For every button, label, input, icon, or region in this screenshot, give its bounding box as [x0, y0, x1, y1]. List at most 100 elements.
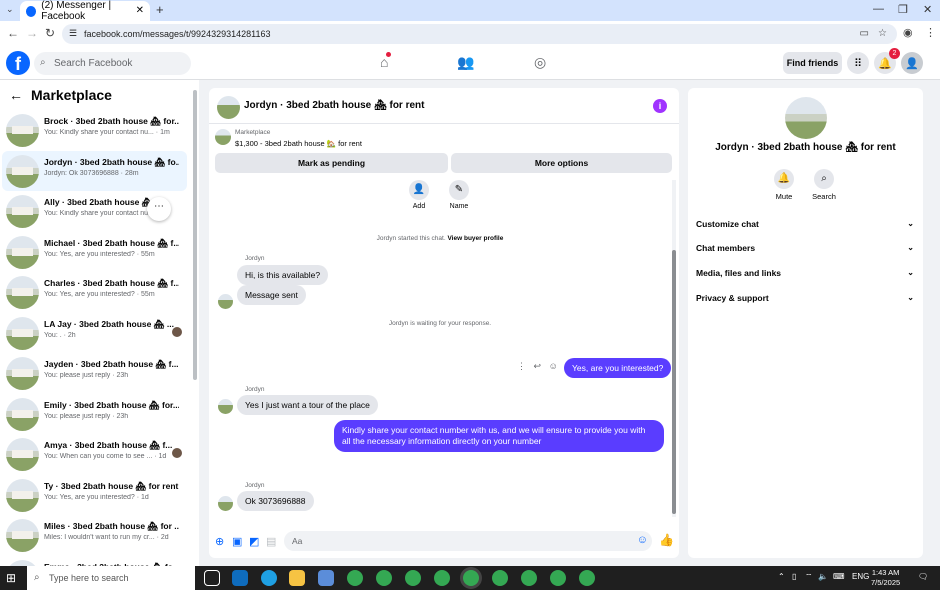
chrome-icon[interactable] [550, 570, 566, 586]
forward-icon[interactable]: → [26, 26, 38, 40]
incoming-message[interactable]: Hi, is this available? [237, 265, 329, 285]
bookmark-star-icon[interactable]: ☆ [878, 28, 887, 39]
photo-icon[interactable]: ▣ [232, 535, 242, 548]
thread-item[interactable]: Charles · 3bed 2bath house 🏘 f... You: Ye… [2, 272, 187, 312]
listing-price[interactable]: $1,300 - 3bed 2bath house 🏡 for rent [235, 139, 362, 148]
react-icon[interactable]: ☺ [549, 361, 558, 371]
chrome-icon[interactable] [434, 570, 450, 586]
mark-pending-button[interactable]: Mark as pending [215, 153, 448, 173]
menu-grid-icon[interactable]: ⠿ [847, 52, 869, 74]
chrome-active-icon[interactable] [463, 570, 479, 586]
details-avatar[interactable] [785, 97, 827, 139]
profile-icon[interactable]: ◉ [903, 26, 913, 39]
thread-item[interactable]: Jayden · 3bed 2bath house 🏘 f... You: ple… [2, 353, 187, 393]
mute-action[interactable]: 🔔 Mute [764, 169, 804, 201]
network-icon[interactable]: ⌔ [805, 572, 813, 582]
message-input[interactable]: Aa ☺ [284, 531, 652, 551]
cast-icon[interactable]: ▭ [860, 28, 869, 39]
name-action[interactable]: ✎ Name [439, 180, 479, 210]
friends-icon[interactable]: 👥 [457, 54, 474, 71]
gaming-icon[interactable]: ◎ [534, 54, 546, 71]
plus-icon[interactable]: ⊕ [215, 535, 224, 548]
sender-avatar[interactable] [218, 294, 233, 309]
volume-icon[interactable]: 🔈 [818, 572, 828, 581]
incoming-message[interactable]: Yes I just want a tour of the place [237, 395, 378, 415]
reply-icon[interactable]: ↩ [534, 361, 542, 371]
thread-item[interactable]: Amya · 3bed 2bath house 🏘 f... You: When … [2, 434, 187, 474]
chat-members-section[interactable]: Chat members ⌄ [696, 243, 914, 253]
file-explorer-icon[interactable] [289, 570, 305, 586]
language-indicator[interactable]: ENG [852, 572, 869, 581]
sender-avatar[interactable] [218, 496, 233, 511]
back-arrow-icon[interactable]: ← [9, 87, 23, 103]
customize-chat-section[interactable]: Customize chat ⌄ [696, 219, 914, 229]
thread-item[interactable]: Ty · 3bed 2bath house 🏘 for rent You: Yes… [2, 475, 187, 515]
new-tab-icon[interactable]: + [156, 2, 164, 17]
listing-thumbnail[interactable] [215, 129, 231, 145]
more-icon[interactable]: ⋮ [517, 361, 526, 371]
facebook-search-input[interactable]: ⌕ Search Facebook [34, 52, 191, 75]
reload-icon[interactable]: ↻ [45, 26, 55, 40]
sticker-icon[interactable]: ◩ [249, 535, 259, 548]
thread-item[interactable]: Emma · 3bed 2bath house 🏘 fo... [2, 556, 187, 566]
like-thumb-icon[interactable]: 👍 [659, 533, 674, 547]
thread-item[interactable]: Michael · 3bed 2bath house 🏘 f... You: Ye… [2, 232, 187, 272]
thread-item[interactable]: Miles · 3bed 2bath house 🏘 for ... Miles:… [2, 515, 187, 555]
chrome-icon[interactable] [405, 570, 421, 586]
store-icon[interactable] [318, 570, 334, 586]
notification-center-icon[interactable]: 🗨 [918, 572, 928, 581]
close-window-icon[interactable]: ✕ [923, 3, 932, 16]
media-files-section[interactable]: Media, files and links ⌄ [696, 268, 914, 278]
keyboard-icon[interactable]: ⌨ [833, 572, 845, 581]
find-friends-button[interactable]: Find friends [783, 52, 842, 74]
outlook-icon[interactable] [232, 570, 248, 586]
privacy-support-section[interactable]: Privacy & support ⌄ [696, 293, 914, 303]
browser-menu-icon[interactable]: ⋮ [925, 26, 936, 39]
search-action[interactable]: ⌕ Search [804, 169, 844, 201]
thread-item[interactable]: LA Jay · 3bed 2bath house 🏘 ... You: . · … [2, 313, 187, 353]
chat-avatar[interactable] [217, 96, 240, 119]
chrome-icon[interactable] [376, 570, 392, 586]
minimize-icon[interactable]: — [873, 3, 884, 15]
home-icon[interactable]: ⌂ [380, 52, 392, 70]
site-info-icon[interactable]: ☰ [69, 28, 77, 39]
task-view-icon[interactable] [204, 570, 220, 586]
more-options-button[interactable]: More options [451, 153, 672, 173]
chrome-icon[interactable] [521, 570, 537, 586]
incoming-message[interactable]: Message sent [237, 285, 306, 305]
show-hidden-icons-icon[interactable]: ⌃ [778, 572, 785, 581]
page-scrollbar[interactable] [932, 80, 940, 566]
clock[interactable]: 1:43 AM 7/5/2025 [871, 568, 900, 588]
chat-scrollbar[interactable] [672, 180, 676, 517]
thread-item[interactable]: Brock · 3bed 2bath house 🏘 for... You: Ki… [2, 110, 187, 150]
chrome-icon[interactable] [347, 570, 363, 586]
account-avatar[interactable]: 👤 [901, 52, 923, 74]
chrome-icon[interactable] [579, 570, 595, 586]
view-buyer-profile-link[interactable]: View buyer profile [447, 235, 503, 242]
browser-tab[interactable]: (2) Messenger | Facebook ✕ [20, 0, 150, 22]
thread-more-options-icon[interactable]: ⋯ [147, 197, 171, 221]
add-action[interactable]: 👤 Add [399, 180, 439, 210]
facebook-logo-icon[interactable]: f [6, 51, 30, 75]
tab-list-icon[interactable]: ⌄ [6, 4, 14, 15]
info-icon[interactable]: i [653, 99, 667, 113]
sender-avatar[interactable] [218, 399, 233, 414]
chat-scroll-thumb[interactable] [672, 250, 676, 514]
outgoing-message[interactable]: Yes, are you interested? [564, 358, 672, 378]
gif-icon[interactable]: ▤ [266, 535, 276, 548]
notifications-icon[interactable]: 🔔 2 [874, 48, 900, 74]
battery-icon[interactable]: ▯ [792, 572, 796, 581]
thread-item[interactable]: Jordyn · 3bed 2bath house 🏘 fo... Jordyn:… [2, 150, 187, 191]
incoming-message[interactable]: Ok 3073696888 [237, 491, 314, 511]
sidebar-scrollbar[interactable] [193, 90, 197, 380]
address-bar[interactable]: ☰ facebook.com/messages/t/99243293142811… [62, 24, 897, 44]
chat-title[interactable]: Jordyn · 3bed 2bath house 🏘 for rent [244, 100, 425, 111]
chrome-icon[interactable] [492, 570, 508, 586]
restore-icon[interactable]: ❐ [898, 3, 908, 16]
outgoing-message[interactable]: Kindly share your contact number with us… [334, 420, 664, 452]
emoji-icon[interactable]: ☺ [637, 534, 648, 546]
close-tab-icon[interactable]: ✕ [136, 5, 144, 16]
back-icon[interactable]: ← [7, 26, 19, 40]
thread-item[interactable]: Emily · 3bed 2bath house 🏘 for... You: pl… [2, 394, 187, 434]
edge-icon[interactable] [261, 570, 277, 586]
